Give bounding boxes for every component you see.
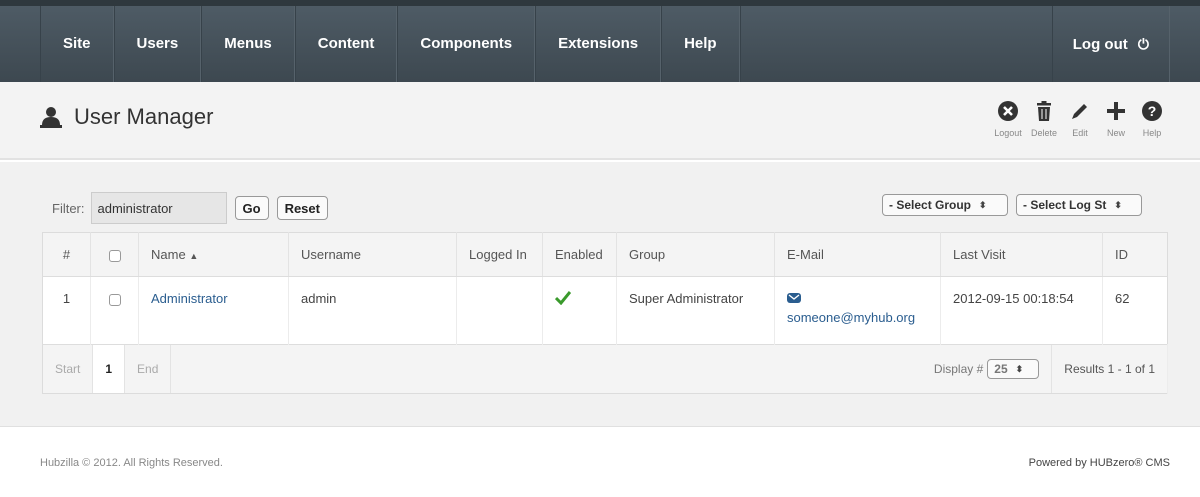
logout-button[interactable]: Logout	[990, 100, 1026, 138]
filter-selects: - Select Group ⬍ - Select Log St ⬍	[874, 194, 1142, 216]
go-button[interactable]: Go	[234, 196, 269, 220]
row-checkbox[interactable]	[108, 293, 121, 306]
help-button[interactable]: ? Help	[1134, 100, 1170, 138]
results-summary: Results 1 - 1 of 1	[1051, 345, 1167, 393]
help-icon: ?	[1142, 101, 1162, 121]
col-email[interactable]: E-Mail	[774, 232, 941, 277]
select-arrows-icon: ⬍	[1015, 363, 1024, 374]
row-id: 62	[1115, 291, 1130, 306]
page-title: User Manager	[40, 104, 213, 130]
row-checkbox-cell	[90, 276, 139, 345]
menu-divider	[739, 6, 741, 82]
row-enabled-cell	[542, 276, 617, 345]
menu-site[interactable]: Site	[40, 6, 114, 82]
row-email-cell: someone@myhub.org	[774, 276, 941, 345]
mail-icon	[787, 293, 801, 303]
select-group-value: - Select Group	[889, 198, 972, 212]
col-logged-in[interactable]: Logged In	[456, 232, 543, 277]
col-id[interactable]: ID	[1102, 232, 1168, 277]
pencil-icon	[1072, 104, 1087, 119]
pagination-page-1[interactable]: 1	[93, 345, 126, 393]
new-button[interactable]: New	[1098, 100, 1134, 138]
menu-menus[interactable]: Menus	[201, 6, 295, 82]
trash-icon	[1037, 101, 1051, 121]
plus-icon	[1107, 102, 1125, 120]
menu-components[interactable]: Components	[397, 6, 536, 82]
menu-help[interactable]: Help	[661, 6, 740, 82]
help-button-label: Help	[1142, 128, 1162, 138]
select-log-value: - Select Log St	[1023, 198, 1107, 212]
footer-powered-by: Powered by HUBzero® CMS	[1028, 457, 1170, 469]
pagination-row: Start 1 End Display # 25 ⬍ Results 1 - 1…	[42, 344, 1168, 394]
col-group[interactable]: Group	[616, 232, 775, 277]
reset-button[interactable]: Reset	[276, 196, 328, 220]
user-name-link[interactable]: Administrator	[151, 291, 228, 306]
user-icon	[40, 107, 62, 128]
menu-users[interactable]: Users	[113, 6, 202, 82]
col-select-all	[90, 232, 139, 277]
filter-input[interactable]	[90, 192, 227, 224]
pagination-right: Display # 25 ⬍ Results 1 - 1 of 1	[934, 345, 1167, 393]
table-row: 1 Administrator admin Super Administrato…	[42, 276, 1168, 345]
edit-button-label: Edit	[1072, 128, 1088, 138]
user-email-link[interactable]: someone@myhub.org	[787, 310, 915, 325]
row-username: admin	[288, 276, 457, 345]
users-table: # Name ▲ Username Logged In Enabled Grou…	[42, 232, 1168, 394]
logout-icon	[998, 101, 1018, 121]
col-name[interactable]: Name ▲	[138, 232, 289, 277]
enabled-check-icon[interactable]	[554, 291, 572, 306]
edit-button[interactable]: Edit	[1062, 100, 1098, 138]
table-header-row: # Name ▲ Username Logged In Enabled Grou…	[42, 232, 1168, 277]
pagination-start[interactable]: Start	[43, 345, 94, 393]
top-navbar: Site Users Menus Content Components Exte…	[0, 0, 1200, 82]
row-name-cell: Administrator	[138, 276, 289, 345]
row-logged-in	[456, 276, 543, 345]
pagination: Start 1 End Display # 25 ⬍ Results 1 - 1…	[43, 345, 1167, 393]
display-label: Display #	[933, 362, 984, 376]
sort-asc-icon: ▲	[189, 251, 199, 261]
svg-text:?: ?	[1148, 103, 1157, 119]
content-panel: Filter: Go Reset - Select Group ⬍ - Sele…	[0, 162, 1200, 427]
col-last-visit[interactable]: Last Visit	[940, 232, 1103, 277]
col-username[interactable]: Username	[288, 232, 457, 277]
filter-bar: Filter: Go Reset	[52, 192, 328, 224]
logout-label: Log out	[1072, 36, 1128, 53]
main-menu: Site Users Menus Content Components Exte…	[40, 6, 741, 82]
display-count-select[interactable]: 25 ⬍	[987, 359, 1040, 379]
toolbar: Logout Delete Edit New ? Help	[990, 100, 1170, 138]
select-arrows-icon: ⬍	[979, 199, 987, 210]
footer-copyright: Hubzilla © 2012. All Rights Reserved.	[40, 457, 223, 469]
col-number: #	[42, 232, 91, 277]
col-enabled[interactable]: Enabled	[542, 232, 617, 277]
delete-button[interactable]: Delete	[1026, 100, 1062, 138]
select-group[interactable]: - Select Group ⬍	[882, 194, 1008, 216]
pagination-cell: Start 1 End Display # 25 ⬍ Results 1 - 1…	[42, 344, 1168, 394]
row-number: 1	[42, 276, 91, 345]
select-log-status[interactable]: - Select Log St ⬍	[1016, 194, 1142, 216]
row-group: Super Administrator	[616, 276, 775, 345]
select-arrows-icon: ⬍	[1114, 199, 1122, 210]
select-all-checkbox[interactable]	[108, 249, 121, 262]
row-last-visit: 2012-09-15 00:18:54	[940, 276, 1103, 345]
menu-content[interactable]: Content	[294, 6, 398, 82]
col-name-label: Name	[151, 247, 186, 262]
menu-extensions[interactable]: Extensions	[535, 6, 662, 82]
pagination-end[interactable]: End	[125, 345, 172, 393]
filter-label: Filter:	[52, 200, 85, 216]
page-title-text: User Manager	[74, 104, 214, 129]
delete-button-label: Delete	[1030, 128, 1057, 138]
logout-button-label: Logout	[994, 128, 1022, 138]
display-count-value: 25	[994, 362, 1008, 376]
title-bar: User Manager Logout Delete Edit New ? He…	[0, 82, 1200, 160]
logout-link[interactable]: Log out ⏻	[1051, 6, 1170, 82]
power-icon: ⏻	[1137, 36, 1149, 52]
new-button-label: New	[1106, 128, 1125, 138]
